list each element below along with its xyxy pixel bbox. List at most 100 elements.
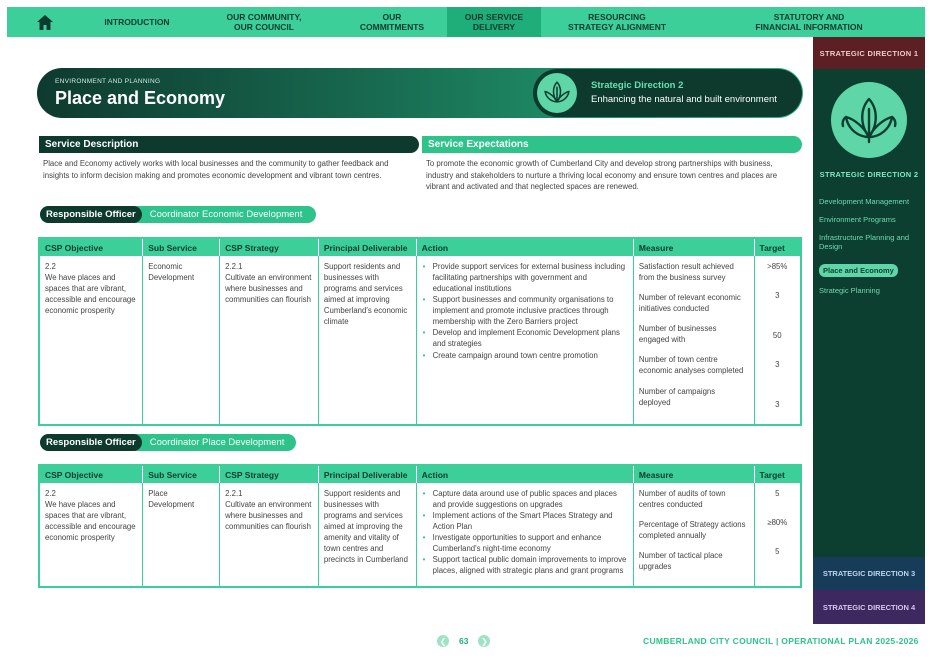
measure-item: Number of businesses engaged with — [638, 324, 717, 345]
target-value: 50 — [772, 331, 782, 341]
action-item: Implement actions of the Smart Places St… — [422, 510, 628, 532]
nav-label: INTRODUCTION — [104, 16, 170, 27]
responsible-officer-value: Coordinator Place Development — [149, 437, 285, 448]
strategic-direction-sidebar: STRATEGIC DIRECTION 1 STRATEGIC DIRECTIO… — [813, 37, 925, 624]
service-description-text: Place and Economy actively works with lo… — [43, 159, 389, 180]
measure-cell: Number of audits of town centres conduct… — [633, 483, 755, 588]
action-item: Provide support services for external bu… — [422, 261, 628, 294]
sub-service-cell: Place Development — [142, 483, 221, 588]
measure-item: Percentage of Strategy actions completed… — [638, 520, 746, 541]
action-item: Create campaign around town centre promo… — [422, 350, 628, 361]
strategic-direction-title: Strategic Direction 2 — [591, 80, 684, 91]
target-value: ≥80% — [767, 518, 788, 528]
action-cell: Capture data around use of public spaces… — [416, 483, 634, 588]
measure-item: Number of audits of town centres conduct… — [638, 489, 726, 510]
strategic-direction-4-tab[interactable]: STRATEGIC DIRECTION 4 — [813, 590, 925, 624]
action-item: Support tactical public domain improveme… — [422, 554, 628, 576]
csp-objective-cell: 2.2 We have places and spaces that are vi… — [39, 256, 144, 426]
action-item: Investigate opportunities to support and… — [422, 532, 628, 554]
nav-commitments[interactable]: OUR COMMITMENTS — [337, 7, 447, 37]
csp-objective-cell: 2.2 We have places and spaces that are vi… — [39, 483, 144, 588]
page-navigation: ❮ 63 ❯ — [437, 635, 491, 647]
nav-introduction[interactable]: INTRODUCTION — [83, 7, 191, 37]
csp-strategy-cell: 2.2.1 Cultivate an environment where busi… — [219, 483, 319, 588]
page-header-banner: ENVIRONMENT AND PLANNING Place and Econo… — [37, 68, 803, 118]
page-title: Place and Economy — [55, 88, 226, 108]
sidebar-item-environment-programs[interactable]: Environment Programs — [819, 215, 923, 224]
measure-cell: Satisfaction result achieved from the bu… — [633, 256, 755, 426]
next-page-button[interactable]: ❯ — [478, 635, 491, 647]
sidebar-item-infrastructure-planning[interactable]: Infrastructure Planning and Design — [819, 233, 923, 251]
column-header: Sub Service — [142, 238, 221, 256]
strategic-direction-1-tab[interactable]: STRATEGIC DIRECTION 1 — [813, 37, 925, 69]
column-header: Sub Service — [142, 465, 221, 483]
department-label: ENVIRONMENT AND PLANNING — [55, 78, 161, 85]
nav-service-delivery[interactable]: OUR SERVICE DELIVERY — [447, 7, 541, 37]
strategic-direction-2-label: STRATEGIC DIRECTION 2 — [819, 170, 919, 179]
column-header: Measure — [633, 465, 755, 483]
nav-resourcing[interactable]: RESOURCING STRATEGY ALIGNMENT — [541, 7, 693, 37]
lotus-icon — [831, 82, 907, 158]
column-header: Target — [754, 465, 801, 483]
nav-label: OUR SERVICE DELIVERY — [464, 11, 524, 32]
top-navigation: INTRODUCTION OUR COMMUNITY, OUR COUNCIL O… — [7, 7, 925, 37]
strategic-direction-badge: Strategic Direction 2 Enhancing the natu… — [533, 69, 802, 117]
sub-service-cell: Economic Development — [142, 256, 221, 426]
principal-deliverable-cell: Support residents and businesses with pr… — [318, 256, 417, 426]
chevron-right-icon: ❯ — [481, 636, 488, 646]
measure-item: Number of campaigns deployed — [638, 386, 716, 407]
strategic-direction-3-tab[interactable]: STRATEGIC DIRECTION 3 — [813, 557, 925, 590]
measure-item: Satisfaction result achieved from the bu… — [638, 262, 734, 283]
column-header: Measure — [633, 238, 755, 256]
measure-item: Number of relevant economic initiatives … — [638, 293, 741, 314]
nav-community-council[interactable]: OUR COMMUNITY, OUR COUNCIL — [191, 7, 337, 37]
service-expectations-text: To promote the economic growth of Cumber… — [426, 159, 778, 192]
action-item: Develop and implement Economic Developme… — [422, 327, 628, 349]
service-description-heading: Service Description — [39, 136, 419, 153]
chevron-left-icon: ❮ — [439, 636, 447, 646]
service-table-place-development: CSP Objective Sub Service CSP Strategy P… — [38, 464, 802, 589]
target-value: >85% — [767, 262, 788, 271]
sidebar-service-list: Development Management Environment Progr… — [819, 197, 923, 304]
service-table-economic-development: CSP Objective Sub Service CSP Strategy P… — [38, 237, 802, 427]
target-value: 5 — [775, 547, 780, 557]
service-expectations-heading: Service Expectations — [422, 136, 802, 153]
previous-page-button[interactable]: ❮ — [437, 635, 449, 647]
home-button[interactable] — [7, 7, 83, 37]
responsible-officer-badge: Responsible Officer Coordinator Economic… — [40, 206, 316, 223]
column-header: CSP Strategy — [219, 238, 319, 256]
footer-organisation: CUMBERLAND CITY COUNCIL | OPERATIONAL PL… — [643, 636, 919, 646]
nav-statutory[interactable]: STATUTORY AND FINANCIAL INFORMATION — [693, 7, 925, 37]
nav-label: OUR COMMITMENTS — [359, 11, 425, 32]
action-cell: Provide support services for external bu… — [416, 256, 634, 426]
sidebar-item-development-management[interactable]: Development Management — [819, 197, 923, 206]
home-icon — [37, 14, 53, 30]
target-value: 3 — [775, 360, 780, 370]
responsible-officer-label: Responsible Officer — [40, 206, 142, 223]
action-item: Support businesses and community organis… — [422, 294, 628, 327]
column-header: Action — [416, 238, 634, 256]
target-cell: >85% 3 50 3 3 — [754, 256, 801, 425]
sidebar-item-place-and-economy[interactable]: Place and Economy — [819, 264, 898, 277]
column-header: CSP Objective — [39, 238, 144, 256]
responsible-officer-badge: Responsible Officer Coordinator Place De… — [40, 434, 296, 451]
action-item: Capture data around use of public spaces… — [422, 488, 628, 510]
column-header: Principal Deliverable — [318, 465, 417, 483]
page-number: 63 — [459, 636, 469, 646]
measure-item: Number of town centre economic analyses … — [638, 355, 744, 376]
nav-label: RESOURCING STRATEGY ALIGNMENT — [567, 11, 667, 32]
lotus-icon — [537, 73, 577, 113]
responsible-officer-label: Responsible Officer — [40, 434, 142, 451]
column-header: Action — [416, 465, 634, 483]
column-header: CSP Objective — [39, 465, 144, 483]
nav-label: OUR COMMUNITY, OUR COUNCIL — [226, 11, 302, 32]
nav-label: STATUTORY AND FINANCIAL INFORMATION — [755, 11, 863, 32]
measure-item: Number of tactical place upgrades — [638, 551, 723, 572]
target-value: 3 — [775, 400, 780, 410]
sidebar-item-strategic-planning[interactable]: Strategic Planning — [819, 286, 923, 295]
responsible-officer-value: Coordinator Economic Development — [149, 209, 303, 220]
column-header: Principal Deliverable — [318, 238, 417, 256]
table-header-row: CSP Objective Sub Service CSP Strategy P… — [39, 465, 801, 483]
strategic-direction-description: Enhancing the natural and built environm… — [591, 94, 777, 105]
target-cell: 5 ≥80% 5 — [754, 483, 801, 587]
